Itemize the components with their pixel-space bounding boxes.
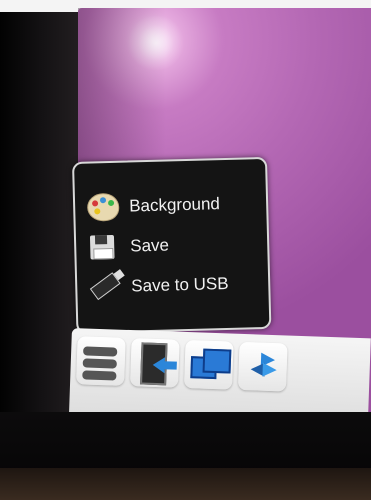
menu-item-background[interactable]: Background bbox=[85, 186, 221, 226]
menu-item-save-to-usb[interactable]: Save to USB bbox=[87, 266, 229, 306]
usb-drive-icon bbox=[87, 269, 125, 304]
menu-item-label: Save to USB bbox=[131, 273, 229, 296]
menu-item-save[interactable]: Save bbox=[86, 227, 170, 265]
palette-icon bbox=[85, 191, 120, 224]
windows-button[interactable] bbox=[183, 339, 234, 390]
floppy-disk-icon bbox=[86, 231, 121, 264]
menu-item-label: Save bbox=[129, 235, 170, 256]
menu-button[interactable] bbox=[76, 336, 126, 386]
share-button[interactable] bbox=[237, 341, 288, 392]
context-menu-popup: Background Save Save to USB bbox=[72, 156, 272, 334]
exit-button[interactable] bbox=[130, 338, 180, 388]
menu-item-label: Background bbox=[128, 194, 221, 216]
floor bbox=[0, 468, 371, 500]
taskbar bbox=[69, 328, 371, 423]
share-arrows-icon bbox=[246, 352, 279, 379]
